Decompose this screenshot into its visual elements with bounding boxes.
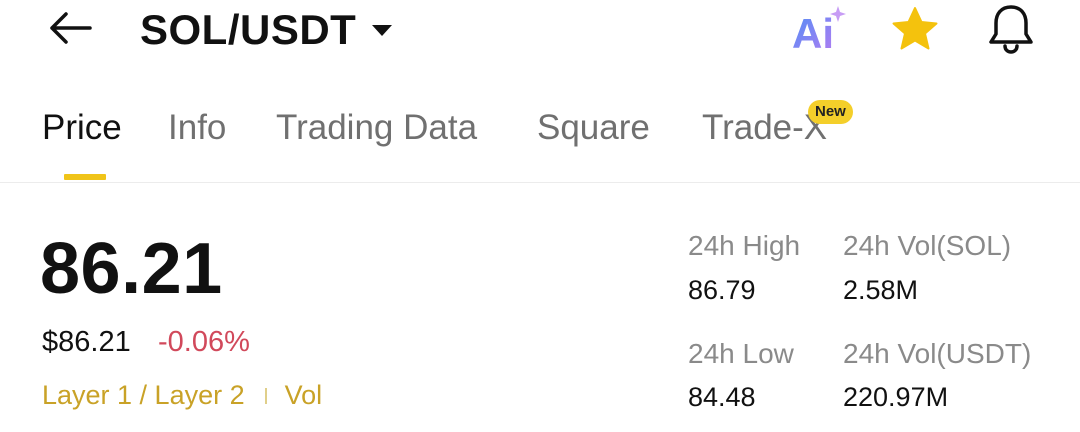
tag-layer[interactable]: Layer 1 / Layer 2 <box>42 380 245 411</box>
favorite-button[interactable] <box>888 4 942 56</box>
tab-info[interactable]: Info <box>168 108 226 148</box>
back-button[interactable] <box>44 8 94 48</box>
tag-vol[interactable]: Vol <box>285 380 323 411</box>
svg-text:Ai: Ai <box>792 10 834 54</box>
ai-button[interactable]: Ai <box>790 4 850 57</box>
stat-24h-low-value: 84.48 <box>688 382 756 412</box>
tab-trading-data[interactable]: Trading Data <box>276 108 477 148</box>
pair-title: SOL/USDT <box>140 6 357 53</box>
tab-bar: Price Info Trading Data Square Trade-X <box>0 100 1080 182</box>
star-icon <box>892 7 938 50</box>
alert-button[interactable] <box>982 2 1040 56</box>
stat-24h-low-label: 24h Low <box>688 338 794 369</box>
active-tab-indicator <box>64 174 106 180</box>
usd-price: $86.21 <box>42 326 131 358</box>
market-detail-screen: SOL/USDT Ai Price Info Trading Data Squa… <box>0 0 1080 432</box>
pair-selector[interactable]: SOL/USDT <box>140 0 393 60</box>
divider <box>0 182 1080 183</box>
top-header: SOL/USDT Ai <box>0 0 1080 62</box>
tag-list: Layer 1 / Layer 2 Vol <box>42 380 322 411</box>
stat-24h-vol-quote-label: 24h Vol(USDT) <box>843 338 1032 369</box>
last-price: 86.21 <box>40 229 223 309</box>
new-badge: New <box>808 100 853 124</box>
caret-down-icon <box>372 24 393 36</box>
bell-icon <box>989 5 1033 54</box>
stat-24h-vol-quote-value: 220.97M <box>843 382 949 412</box>
stat-24h-high-label: 24h High <box>688 230 801 261</box>
stat-24h-vol-base-label: 24h Vol(SOL) <box>843 230 1012 261</box>
tab-price[interactable]: Price <box>42 108 122 148</box>
price-change-percent: -0.06% <box>158 326 250 358</box>
stat-24h-high-value: 86.79 <box>688 275 756 305</box>
stat-24h-vol-base-value: 2.58M <box>843 275 919 305</box>
ai-icon: Ai <box>792 6 846 57</box>
tab-square[interactable]: Square <box>537 108 650 148</box>
arrow-left-icon <box>50 12 92 44</box>
tag-separator <box>264 387 267 404</box>
